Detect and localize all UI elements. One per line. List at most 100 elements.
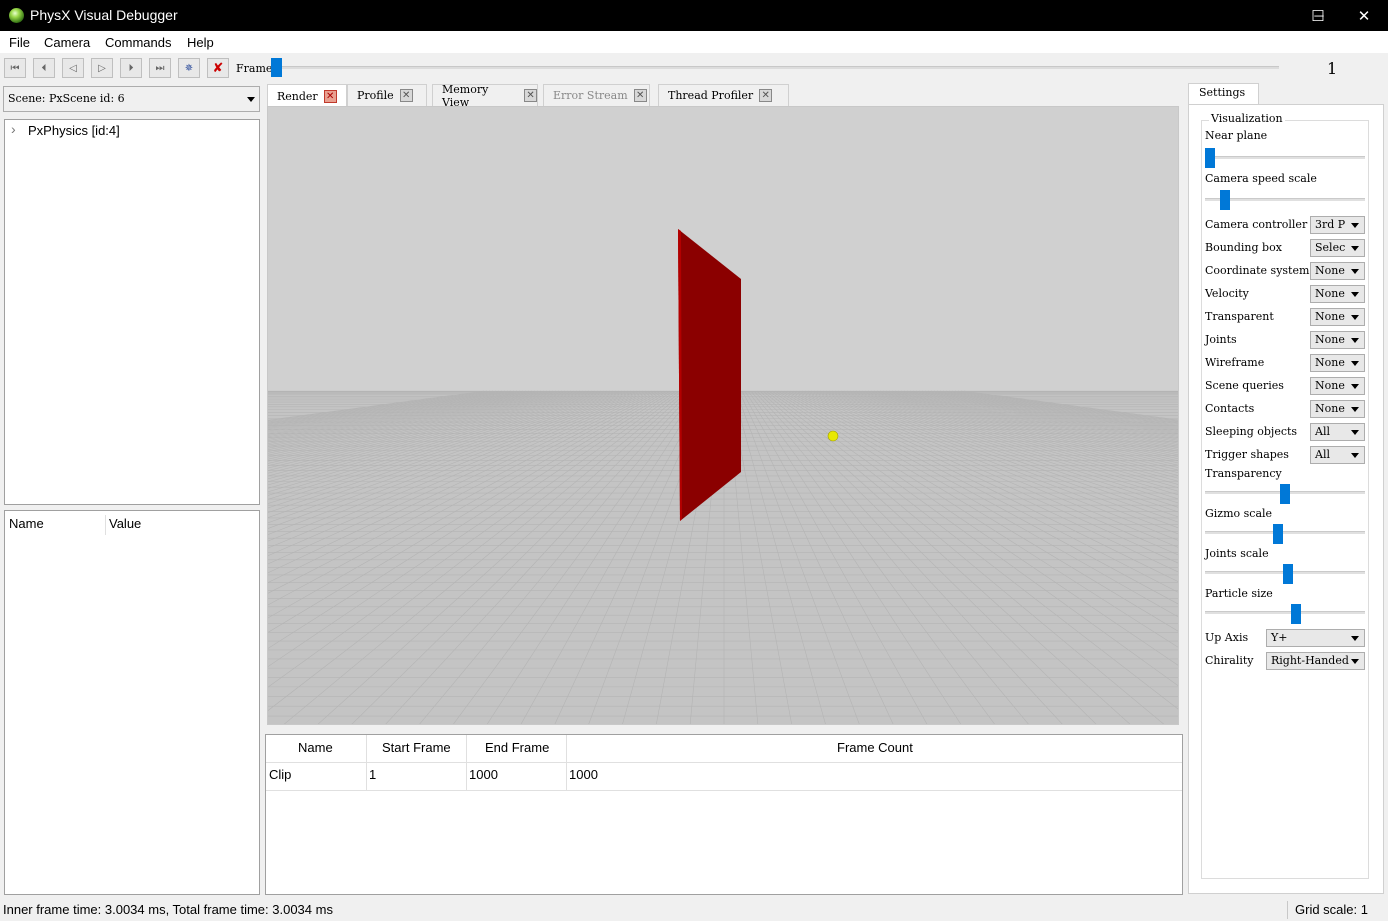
chevron-down-icon xyxy=(1351,659,1359,664)
properties-panel: Name Value xyxy=(4,510,260,895)
tab-settings[interactable]: Settings xyxy=(1188,83,1259,105)
particle-size-slider-track[interactable] xyxy=(1205,611,1365,614)
transparency-slider-thumb[interactable] xyxy=(1280,484,1290,504)
scene-selector-value: Scene: PxScene id: 6 xyxy=(8,92,125,105)
visualization-group-title: Visualization xyxy=(1209,112,1285,125)
title-bar: PhysX Visual Debugger ─ ☐ ✕ xyxy=(0,0,1388,31)
contacts-label: Contacts xyxy=(1205,402,1255,415)
chevron-down-icon xyxy=(1351,246,1359,251)
trigger-shapes-dropdown[interactable]: All xyxy=(1310,446,1365,464)
menu-bar: File Camera Commands Help xyxy=(0,31,1388,53)
wireframe-dropdown[interactable]: None xyxy=(1310,354,1365,372)
gizmo-scale-slider-track[interactable] xyxy=(1205,531,1365,534)
frame-slider-track[interactable] xyxy=(273,66,1279,69)
tab-settings-label: Settings xyxy=(1199,86,1246,99)
camera-speed-label: Camera speed scale xyxy=(1205,172,1317,185)
chirality-label: Chirality xyxy=(1205,654,1254,667)
joints-scale-slider-thumb[interactable] xyxy=(1283,564,1293,584)
gizmo-scale-label: Gizmo scale xyxy=(1205,507,1273,520)
tab-profile[interactable]: Profile ✕ xyxy=(347,84,427,106)
render-viewport[interactable] xyxy=(267,106,1179,725)
tab-memory-view[interactable]: Memory View ✕ xyxy=(432,83,538,109)
velocity-dropdown[interactable]: None xyxy=(1310,285,1365,303)
chevron-down-icon xyxy=(1351,361,1359,366)
tree-item-pxphysics[interactable]: PxPhysics [id:4] xyxy=(28,123,120,138)
close-tab-icon[interactable]: ✕ xyxy=(759,89,773,102)
tab-error-stream-label: Error Stream xyxy=(553,89,628,102)
header-frame-count: Frame Count xyxy=(837,740,913,755)
cell-name: Clip xyxy=(269,767,292,782)
close-icon: ✕ xyxy=(1357,7,1371,25)
frame-time-status: Inner frame time: 3.0034 ms, Total frame… xyxy=(3,902,333,917)
joints-value: None xyxy=(1315,333,1345,346)
up-axis-dropdown[interactable]: Y+ xyxy=(1266,629,1365,647)
particle-size-slider-thumb[interactable] xyxy=(1290,604,1301,624)
play-button[interactable]: ▷ xyxy=(91,58,113,78)
header-end-frame: End Frame xyxy=(485,740,550,755)
close-button[interactable]: ✕ xyxy=(1341,0,1387,31)
transparent-label: Transparent xyxy=(1205,310,1274,323)
chevron-down-icon xyxy=(1351,636,1359,641)
disconnect-button[interactable]: ✘ xyxy=(207,58,229,78)
chirality-dropdown[interactable]: Right-Handed xyxy=(1266,652,1365,670)
tab-render[interactable]: Render ✕ xyxy=(267,84,347,107)
frame-label: Frame xyxy=(236,62,273,75)
close-tab-icon[interactable]: ✕ xyxy=(323,89,337,103)
coordinate-system-dropdown[interactable]: None xyxy=(1310,262,1365,280)
trigger-shapes-value: All xyxy=(1315,448,1330,461)
header-name: Name xyxy=(298,740,333,755)
menu-help[interactable]: Help xyxy=(187,35,214,50)
joints-dropdown[interactable]: None xyxy=(1310,331,1365,349)
chevron-down-icon xyxy=(1351,453,1359,458)
trigger-shapes-label: Trigger shapes xyxy=(1205,448,1289,461)
maximize-button[interactable]: ☐ xyxy=(1295,0,1341,31)
chevron-down-icon xyxy=(1351,384,1359,389)
table-row[interactable]: Clip 1 1000 1000 xyxy=(266,762,1182,789)
skip-start-icon: ⏮ xyxy=(10,62,20,74)
contacts-dropdown[interactable]: None xyxy=(1310,400,1365,418)
close-tab-icon[interactable]: ✕ xyxy=(633,89,647,102)
connect-button[interactable]: ✵ xyxy=(178,58,200,78)
bounding-box-dropdown[interactable]: Selec xyxy=(1310,239,1365,257)
status-bar: Inner frame time: 3.0034 ms, Total frame… xyxy=(0,899,1388,921)
col-value-header: Value xyxy=(109,516,142,531)
step-forward-icon: ⏵ xyxy=(128,62,134,74)
first-frame-button[interactable]: ⏮ xyxy=(4,58,26,78)
scene-queries-dropdown[interactable]: None xyxy=(1310,377,1365,395)
wireframe-value: None xyxy=(1315,356,1345,369)
expand-icon[interactable]: › xyxy=(11,121,16,137)
sleeping-objects-label: Sleeping objects xyxy=(1205,425,1298,438)
close-tab-icon[interactable]: ✕ xyxy=(399,89,413,102)
close-tab-icon[interactable]: ✕ xyxy=(524,89,537,102)
menu-commands[interactable]: Commands xyxy=(105,35,171,50)
menu-camera[interactable]: Camera xyxy=(44,35,90,50)
gizmo-scale-slider-thumb[interactable] xyxy=(1272,524,1283,544)
frame-slider-thumb[interactable] xyxy=(271,58,282,77)
step-back-icon: ⏴ xyxy=(41,62,47,74)
transparent-dropdown[interactable]: None xyxy=(1310,308,1365,326)
step-back-button[interactable]: ◁ xyxy=(62,58,84,78)
chirality-value: Right-Handed xyxy=(1271,654,1349,667)
camera-speed-slider-thumb[interactable] xyxy=(1220,190,1230,210)
physx-app-icon xyxy=(9,8,24,23)
chevron-down-icon xyxy=(1351,269,1359,274)
coordinate-system-label: Coordinate system xyxy=(1205,264,1310,277)
joints-label: Joints xyxy=(1205,333,1237,346)
row-divider xyxy=(266,790,1182,791)
col-name-header: Name xyxy=(9,516,44,531)
last-frame-button[interactable]: ⏭ xyxy=(149,58,171,78)
camera-controller-dropdown[interactable]: 3rd P xyxy=(1310,216,1365,234)
sleeping-objects-dropdown[interactable]: All xyxy=(1310,423,1365,441)
near-plane-slider-thumb[interactable] xyxy=(1205,148,1215,168)
menu-file[interactable]: File xyxy=(9,35,30,50)
connect-icon: ✵ xyxy=(184,62,194,74)
bounding-box-label: Bounding box xyxy=(1205,241,1282,254)
play-icon: ▷ xyxy=(98,62,106,74)
tab-thread-profiler[interactable]: Thread Profiler ✕ xyxy=(658,84,789,106)
tab-error-stream[interactable]: Error Stream ✕ xyxy=(543,84,650,106)
near-plane-slider-track[interactable] xyxy=(1205,156,1365,159)
prev-key-button[interactable]: ⏴ xyxy=(33,58,55,78)
step-forward-button[interactable]: ⏵ xyxy=(120,58,142,78)
scene-selector[interactable]: Scene: PxScene id: 6 xyxy=(3,86,260,112)
contacts-value: None xyxy=(1315,402,1345,415)
